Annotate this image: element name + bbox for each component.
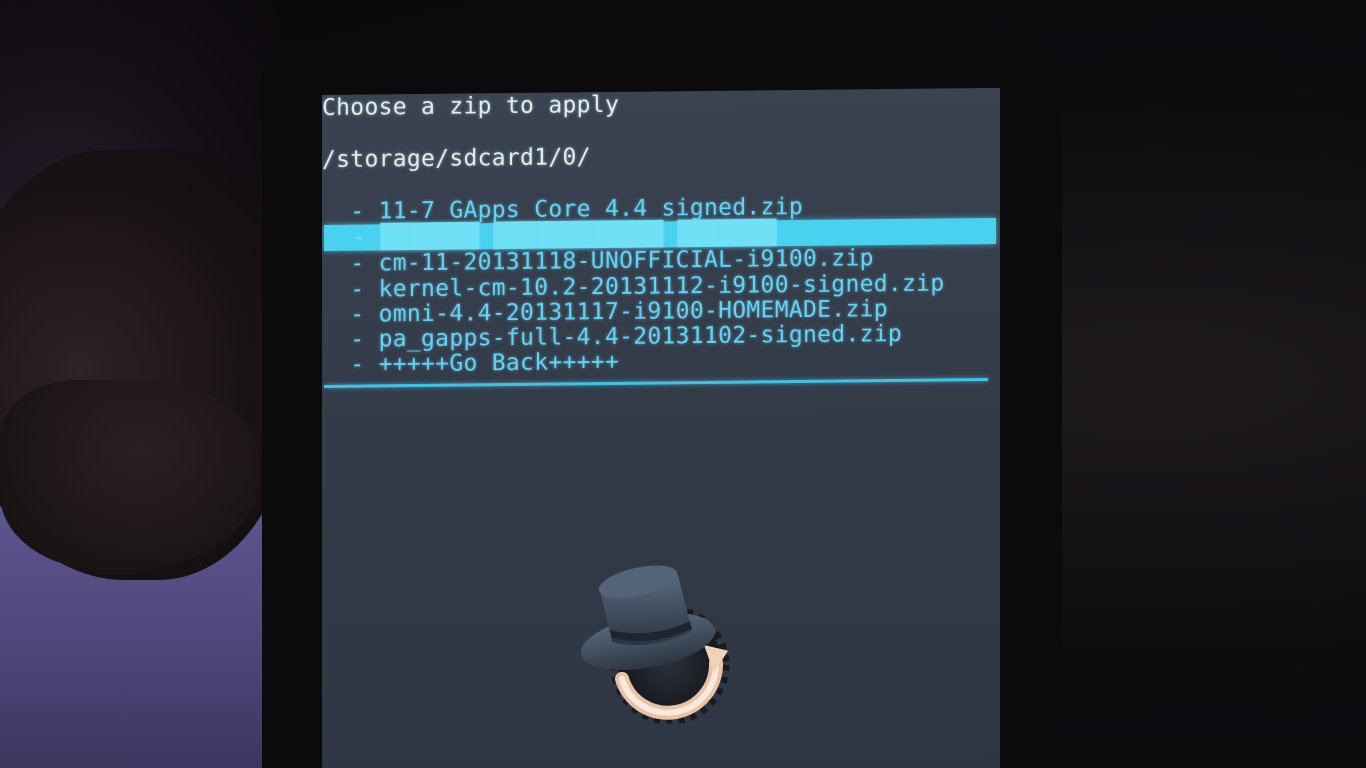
clockworkmod-hat-icon: [580, 565, 730, 725]
recovery-screen: Choose a zip to apply /storage/sdcard1/0…: [322, 87, 1000, 768]
holding-finger: [0, 380, 260, 570]
menu-divider: [324, 378, 988, 388]
menu-title: Choose a zip to apply: [322, 91, 620, 121]
photo-scene: Choose a zip to apply /storage/sdcard1/0…: [0, 0, 1366, 768]
current-path: /storage/sdcard1/0/: [322, 144, 591, 173]
go-back-item[interactable]: - +++++Go Back+++++: [322, 349, 619, 378]
